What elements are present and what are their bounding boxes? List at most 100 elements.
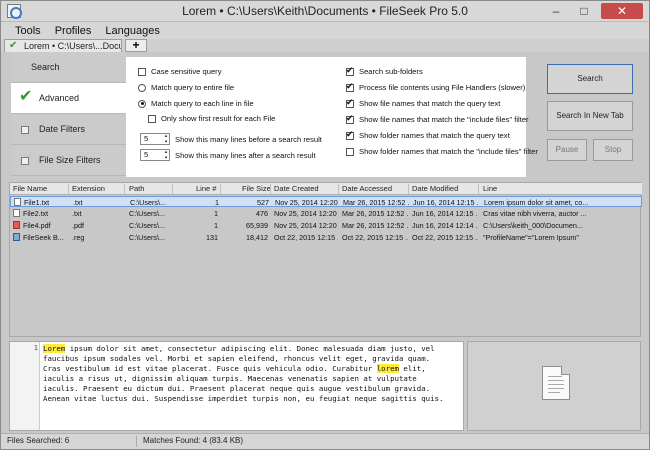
tab-strip: ✔ Lorem • C:\Users\...Documents + [1, 39, 649, 52]
option-lines-after: 5 Show this many lines after a search re… [140, 149, 316, 161]
search-highlight: lorem [376, 364, 399, 373]
cell-file-size: 527 [257, 198, 269, 207]
option-show-filenames-query[interactable]: Show file names that match the query tex… [346, 97, 500, 108]
option-process-handlers[interactable]: Process file contents using File Handler… [346, 81, 526, 92]
cell-date-created: Oct 22, 2015 12:15 ... [274, 233, 338, 242]
process-handlers-label: Process file contents using File Handler… [359, 83, 526, 92]
search-highlight: Lorem [43, 344, 66, 353]
col-date-modified[interactable]: Date Modified [412, 184, 458, 193]
col-date-accessed[interactable]: Date Accessed [342, 184, 392, 193]
lines-after-stepper[interactable]: 5 [140, 149, 170, 161]
col-line[interactable]: Line [483, 184, 497, 193]
show-filenames-include-checkbox[interactable] [346, 113, 354, 124]
table-row[interactable]: File4.pdf .pdf C:\Users\... 1 65,939 Nov… [10, 220, 642, 231]
case-sensitive-checkbox[interactable] [138, 67, 146, 76]
show-folders-include-checkbox[interactable] [346, 147, 354, 156]
nav-date-filters-label: Date Filters [39, 124, 86, 134]
cell-file-name: FileSeek B... [23, 233, 64, 242]
lines-after-label: Show this many lines after a search resu… [175, 150, 316, 160]
left-nav: Search ✔ Advanced Date Filters File Size… [11, 52, 126, 176]
col-date-created[interactable]: Date Created [274, 184, 319, 193]
lines-before-label: Show this many lines before a search res… [175, 134, 322, 144]
new-tab-button[interactable]: + [125, 39, 147, 52]
nav-file-size-filters[interactable]: File Size Filters [11, 145, 126, 176]
lines-before-stepper[interactable]: 5 [140, 133, 170, 145]
tab-lorem[interactable]: ✔ Lorem • C:\Users\...Documents [4, 39, 122, 52]
menu-tools[interactable]: Tools [15, 25, 41, 37]
minimize-button[interactable]: – [545, 3, 567, 19]
option-match-entire-file[interactable]: Match query to entire file [138, 83, 234, 92]
menu-profiles[interactable]: Profiles [55, 25, 92, 37]
col-file-size[interactable]: File Size [242, 184, 271, 193]
cell-line-number: 1 [215, 198, 219, 207]
text-file-icon [14, 198, 21, 206]
table-row[interactable]: FileSeek B... .reg C:\Users\... 131 18,4… [10, 232, 642, 243]
option-match-each-line[interactable]: Match query to each line in file [138, 99, 254, 108]
col-file-name[interactable]: File Name [13, 184, 47, 193]
action-buttons: Search Search In New Tab Pause Stop [547, 64, 637, 174]
match-each-line-radio[interactable] [138, 99, 146, 108]
close-button[interactable]: ✕ [601, 3, 643, 19]
cell-date-modified: Oct 22, 2015 12:15 ... [412, 233, 478, 242]
show-filenames-include-label: Show file names that match the "include … [359, 115, 529, 124]
show-folders-query-label: Show folder names that match the query t… [359, 131, 510, 140]
cell-date-modified: Jun 16, 2014 12:15 ... [413, 198, 479, 207]
cell-date-accessed: Oct 22, 2015 12:15 ... [342, 233, 408, 242]
results-table: File Name Extension Path Line # File Siz… [9, 182, 642, 337]
cell-path: C:\Users\... [129, 209, 165, 218]
preview-text-segment: Cras vestibulum id est vitae placerat. F… [43, 364, 377, 373]
option-search-subfolders[interactable]: Search sub-folders [346, 65, 423, 76]
checkbox-icon[interactable] [21, 126, 29, 134]
preview-text-segment: iaculis a risus ut, dignissim aliquam tu… [43, 374, 417, 383]
cell-date-accessed: Mar 26, 2015 12:52 ... [342, 221, 408, 230]
nav-date-filters[interactable]: Date Filters [11, 114, 126, 145]
match-entire-file-label: Match query to entire file [151, 83, 235, 92]
show-filenames-query-checkbox[interactable] [346, 97, 354, 108]
cell-extension: .txt [72, 209, 82, 218]
green-check-icon: ✔ [19, 88, 33, 105]
col-line-number[interactable]: Line # [196, 184, 216, 193]
option-show-folders-include[interactable]: Show folder names that match the "includ… [346, 147, 538, 156]
option-case-sensitive[interactable]: Case sensitive query [138, 67, 222, 76]
search-options-panel: Search ✔ Advanced Date Filters File Size… [1, 52, 649, 177]
first-result-only-checkbox[interactable] [148, 114, 156, 123]
stop-button[interactable]: Stop [593, 139, 633, 161]
col-extension[interactable]: Extension [72, 184, 105, 193]
match-entire-file-radio[interactable] [138, 83, 146, 92]
menu-languages[interactable]: Languages [105, 25, 159, 37]
preview-text-segment: Aenean vitae luctus dui. Suspendisse imp… [43, 394, 444, 403]
first-result-only-label: Only show first result for each File [161, 114, 276, 123]
document-icon [542, 366, 570, 400]
preview-text-segment: ipsum dolor sit amet, consectetur adipis… [65, 344, 435, 353]
option-show-filenames-include[interactable]: Show file names that match the "include … [346, 113, 529, 124]
cell-path: C:\Users\... [129, 233, 165, 242]
cell-line-number: 1 [214, 209, 218, 218]
search-subfolders-checkbox[interactable] [346, 65, 354, 76]
option-show-folders-query[interactable]: Show folder names that match the query t… [346, 129, 510, 140]
app-window: Lorem • C:\Users\Keith\Documents • FileS… [0, 0, 650, 450]
pause-button[interactable]: Pause [547, 139, 587, 161]
search-button[interactable]: Search [547, 64, 633, 94]
table-row[interactable]: File2.txt .txt C:\Users\... 1 476 Nov 25… [10, 208, 642, 219]
cell-line-text: C:\Users\keith_000\Documen... [483, 221, 583, 230]
preview-line: iaculis. Praesent eu dictum dui. Praesen… [43, 384, 461, 394]
nav-advanced-label: Advanced [39, 93, 80, 103]
process-handlers-checkbox[interactable] [346, 81, 354, 92]
col-path[interactable]: Path [129, 184, 144, 193]
maximize-button[interactable]: □ [573, 3, 595, 19]
option-first-result-only[interactable]: Only show first result for each File [148, 114, 275, 123]
text-preview[interactable]: 1 Lorem ipsum dolor sit amet, consectetu… [9, 341, 464, 431]
nav-advanced[interactable]: ✔ Advanced [11, 83, 126, 114]
show-folders-query-checkbox[interactable] [346, 129, 354, 140]
nav-search[interactable]: Search [11, 52, 126, 83]
cell-extension: .reg [72, 233, 85, 242]
cell-date-created: Nov 25, 2014 12:20 ... [274, 209, 338, 218]
cell-file-size: 65,939 [246, 221, 268, 230]
nav-search-label: Search [31, 62, 60, 72]
title-bar[interactable]: Lorem • C:\Users\Keith\Documents • FileS… [1, 1, 649, 22]
cell-line-text: "ProfileName"="Lorem Ipsum" [483, 233, 579, 242]
pdf-file-icon [13, 221, 20, 229]
search-in-new-tab-button[interactable]: Search In New Tab [547, 101, 633, 131]
table-row[interactable]: File1.txt .txt C:\Users\... 1 527 Nov 25… [10, 196, 642, 207]
checkbox-icon[interactable] [21, 157, 29, 165]
